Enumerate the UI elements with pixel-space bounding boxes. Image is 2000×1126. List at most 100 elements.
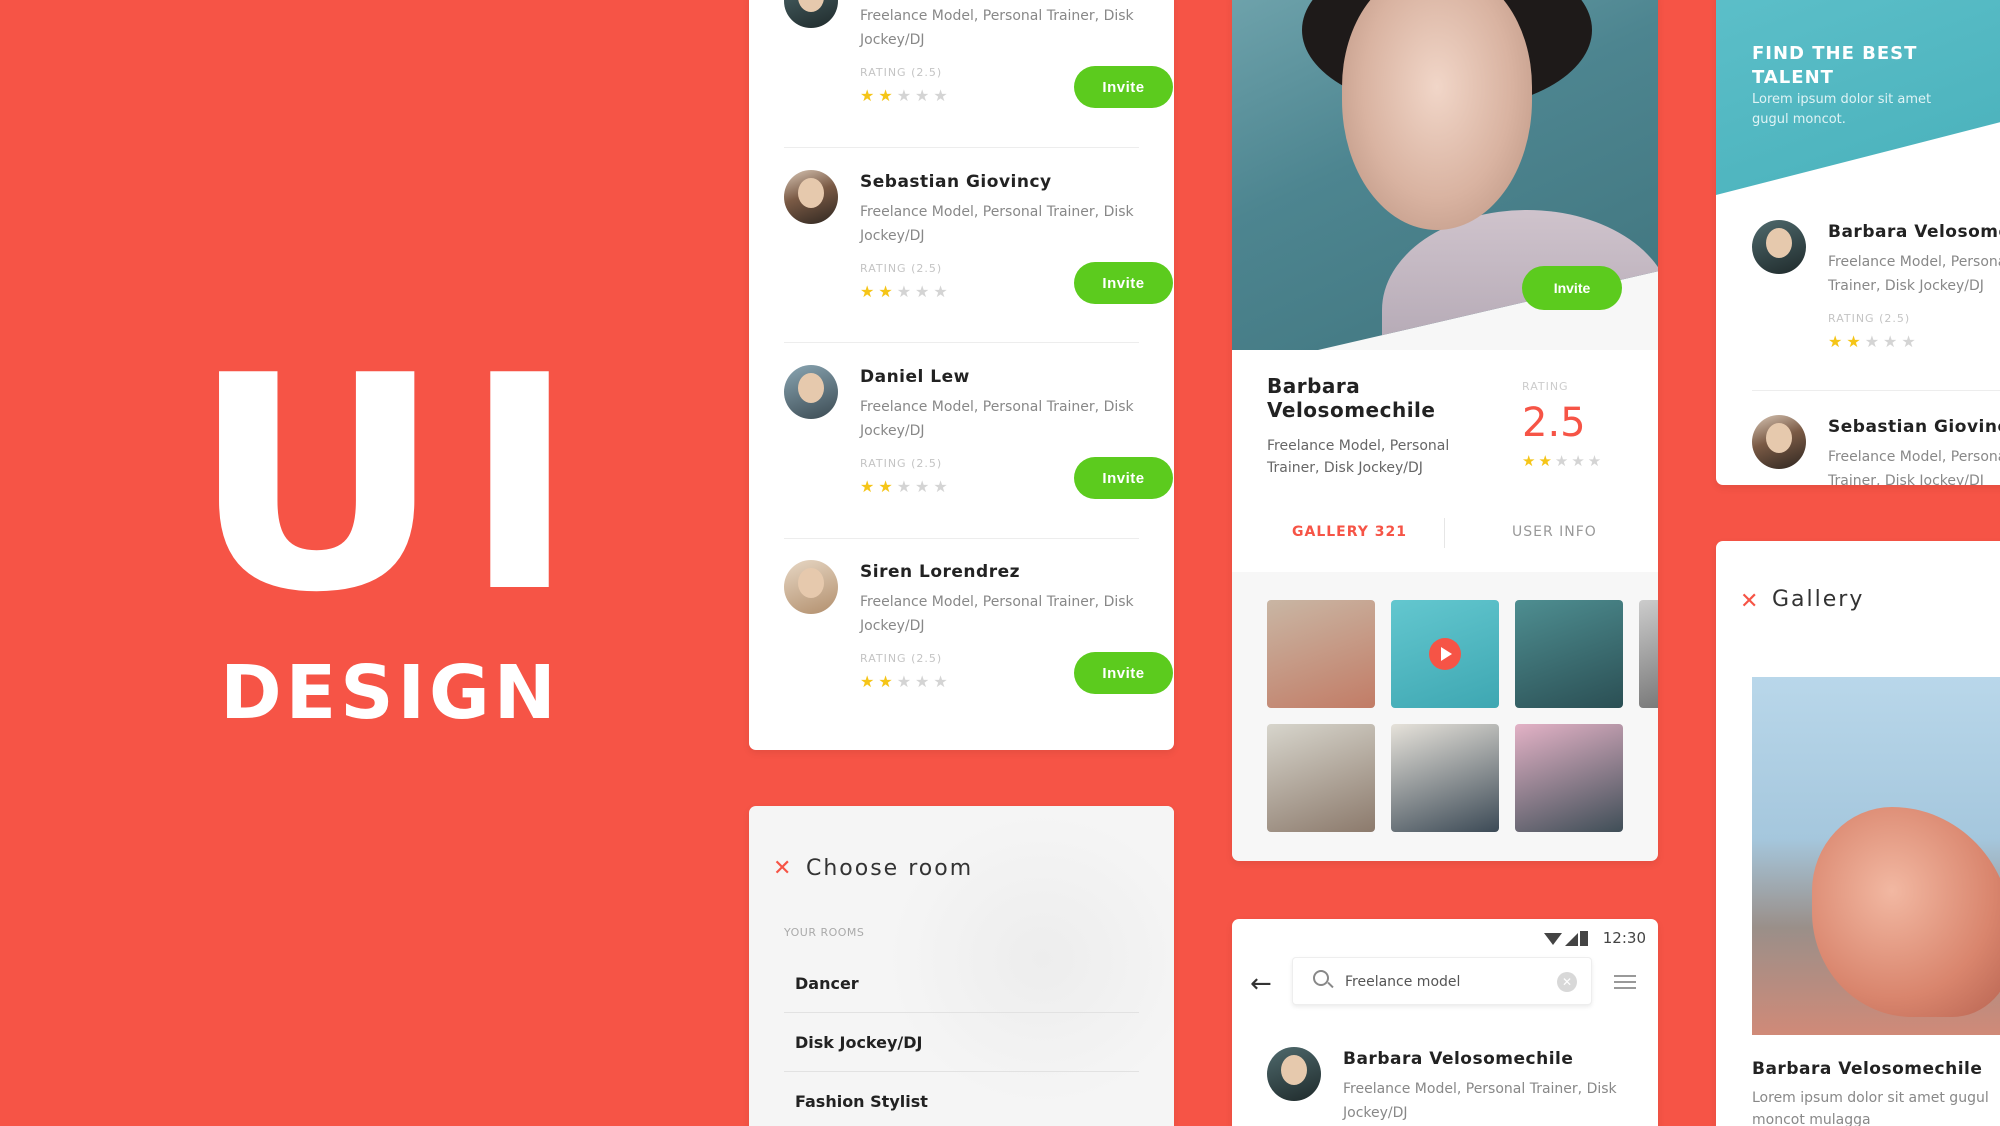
profile-card: Invite Barbara Velosomechile Freelance M… — [1232, 0, 1658, 861]
wifi-icon — [1544, 933, 1562, 945]
gallery-thumbnail[interactable] — [1267, 724, 1375, 832]
status-time: 12:30 — [1602, 929, 1646, 947]
clear-icon[interactable]: ✕ — [1557, 972, 1577, 992]
gallery-thumbnail[interactable] — [1639, 600, 1658, 708]
person-name: Sebastian Giovincy — [860, 172, 1052, 192]
rating-label: RATING (2.5) — [860, 652, 943, 665]
stars-empty: ★★★ — [1864, 332, 1920, 351]
divider — [784, 342, 1139, 343]
room-title: Choose room — [806, 856, 974, 881]
star-rating: ★★★★★ — [860, 477, 952, 496]
hero-title: UI DESIGN — [191, 337, 580, 737]
list-item[interactable]: Daniel Lew Freelance Model, Personal Tra… — [784, 365, 1173, 505]
list-item[interactable]: Freelance Model, Personal Trainer, Disk … — [784, 0, 1173, 114]
avatar — [784, 365, 838, 419]
stars-empty: ★★★ — [896, 86, 952, 105]
stars-empty: ★★★ — [896, 282, 952, 301]
room-item-dj[interactable]: Disk Jockey/DJ — [795, 1033, 923, 1052]
search-icon — [1313, 970, 1329, 986]
stars-filled: ★★ — [860, 477, 897, 496]
find-talent-card: FIND THE BEST TALENT Lorem ipsum dolor s… — [1716, 0, 2000, 485]
rating-label: RATING (2.5) — [860, 66, 943, 79]
filter-icon[interactable] — [1614, 975, 1636, 989]
avatar — [784, 0, 838, 28]
invite-button[interactable]: Invite — [1074, 652, 1173, 694]
tab-user-info[interactable]: USER INFO — [1512, 524, 1597, 540]
gallery-thumbnail[interactable] — [1391, 724, 1499, 832]
stars-filled: ★★ — [860, 672, 897, 691]
gallery-description: Lorem ipsum dolor sit amet gugul moncot … — [1752, 1090, 1989, 1126]
talent-title: FIND THE BEST TALENT — [1752, 43, 1918, 88]
gallery-thumbnail[interactable] — [1515, 600, 1623, 708]
star-rating: ★★★★★ — [1828, 332, 1920, 351]
stars-filled: ★★ — [1522, 452, 1555, 470]
photo-dress — [1812, 807, 2000, 1017]
talent-subtitle: Lorem ipsum dolor sit amet gugul moncot. — [1752, 92, 1932, 127]
person-description: Freelance Model, Personal Trainer, Disk … — [860, 399, 1134, 439]
stars-empty: ★★★ — [896, 477, 952, 496]
search-input[interactable] — [1345, 970, 1545, 994]
invite-button[interactable]: Invite — [1522, 266, 1622, 310]
search-result-item[interactable]: Barbara Velosomechile Freelance Model, P… — [1267, 1047, 1637, 1126]
signal-icon — [1565, 933, 1578, 946]
search-card: 12:30 ← ✕ Barbara Velosomechile Freelanc… — [1232, 919, 1658, 1126]
back-arrow-icon[interactable]: ← — [1250, 969, 1272, 999]
room-item-dancer[interactable]: Dancer — [795, 974, 859, 993]
status-bar: 12:30 — [1232, 919, 1658, 959]
profile-description: Freelance Model, Personal Trainer, Disk … — [1267, 438, 1450, 476]
gallery-thumbnail-video[interactable] — [1391, 600, 1499, 708]
battery-icon — [1580, 931, 1588, 946]
invite-button[interactable]: Invite — [1074, 262, 1173, 304]
star-rating: ★★★★★ — [860, 672, 952, 691]
gallery-thumbnail[interactable] — [1515, 724, 1623, 832]
avatar — [1752, 220, 1806, 274]
list-item[interactable]: Sebastian Giovincy Freelance Model, Pers… — [1752, 415, 2000, 485]
rating-value: 2.5 — [1522, 400, 1586, 446]
stars-filled: ★★ — [1828, 332, 1865, 351]
person-description: Freelance Model, Personal Trainer, Disk … — [860, 594, 1134, 634]
person-name: Barbara Velosomechile — [1828, 222, 2000, 242]
choose-room-card: ✕ Choose room YOUR ROOMS Dancer Disk Joc… — [749, 806, 1174, 1126]
tab-separator — [1444, 518, 1445, 548]
rating-label: RATING (2.5) — [860, 457, 943, 470]
person-description: Freelance Model, Personal Trainer, Disk … — [1828, 254, 2000, 294]
list-item[interactable]: Siren Lorendrez Freelance Model, Persona… — [784, 560, 1173, 700]
divider — [1752, 390, 2000, 391]
person-description: Freelance Model, Personal Trainer, Disk … — [860, 8, 1134, 48]
rating-label: RATING — [1522, 380, 1569, 393]
close-icon[interactable]: ✕ — [773, 856, 791, 881]
person-name: Sebastian Giovincy — [1828, 417, 2000, 437]
search-box[interactable]: ✕ — [1292, 957, 1592, 1005]
divider — [784, 1012, 1139, 1013]
divider — [784, 1071, 1139, 1072]
person-name: Siren Lorendrez — [860, 562, 1021, 582]
photo-face — [1342, 0, 1532, 230]
avatar — [1267, 1047, 1321, 1101]
rating-label: RATING (2.5) — [860, 262, 943, 275]
people-list-card: Freelance Model, Personal Trainer, Disk … — [749, 0, 1174, 750]
list-item[interactable]: Sebastian Giovincy Freelance Model, Pers… — [784, 170, 1173, 310]
tab-gallery[interactable]: GALLERY 321 — [1292, 524, 1407, 540]
invite-button[interactable]: Invite — [1074, 457, 1173, 499]
person-description: Freelance Model, Personal Trainer, Disk … — [860, 204, 1134, 244]
gallery-photo[interactable] — [1752, 677, 2000, 1035]
stars-filled: ★★ — [860, 282, 897, 301]
room-item-stylist[interactable]: Fashion Stylist — [795, 1092, 928, 1111]
hero-design-text: DESIGN — [220, 650, 560, 736]
person-description: Freelance Model, Personal Trainer, Disk … — [1828, 449, 2000, 485]
gallery-thumbnail[interactable] — [1267, 600, 1375, 708]
star-rating: ★★★★★ — [1522, 452, 1604, 470]
avatar — [784, 560, 838, 614]
divider — [784, 538, 1139, 539]
close-icon[interactable]: ✕ — [1740, 589, 1758, 614]
hero-ui-text: UI — [190, 312, 597, 657]
profile-name: Barbara Velosomechile — [1267, 374, 1436, 422]
person-description: Freelance Model, Personal Trainer, Disk … — [1343, 1081, 1617, 1121]
play-icon[interactable] — [1429, 638, 1461, 670]
person-name: Daniel Lew — [860, 367, 970, 387]
avatar — [784, 170, 838, 224]
invite-button[interactable]: Invite — [1074, 66, 1173, 108]
divider — [784, 147, 1139, 148]
list-item[interactable]: Barbara Velosomechile Freelance Model, P… — [1752, 220, 2000, 370]
star-rating: ★★★★★ — [860, 86, 952, 105]
